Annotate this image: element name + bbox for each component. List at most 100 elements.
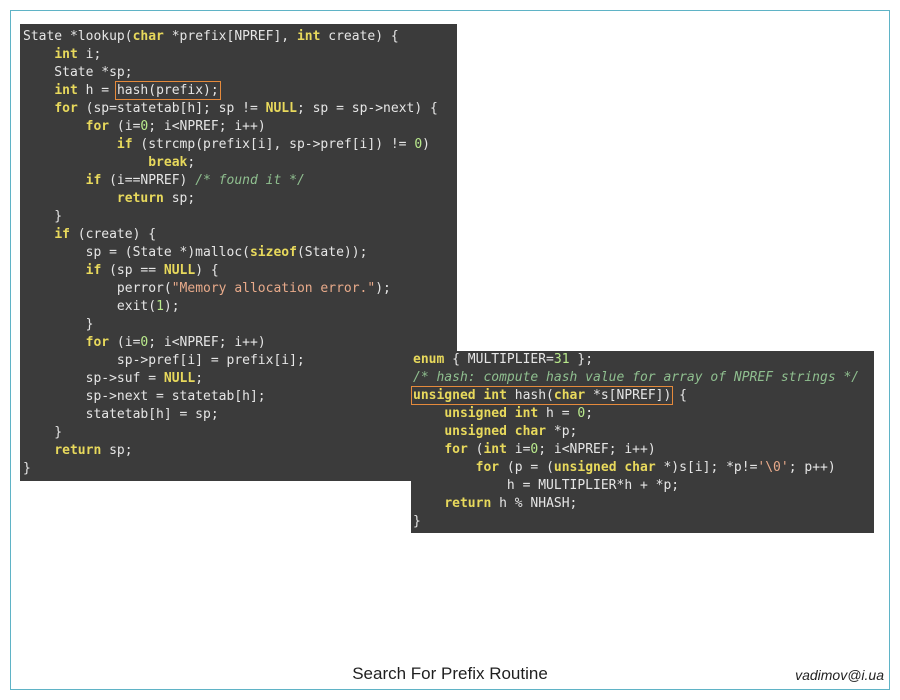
code-line: statetab[h] = sp;	[23, 406, 457, 424]
code-line: sp->next = statetab[h];	[23, 388, 457, 406]
code-token: (	[467, 442, 484, 457]
code-token: sp->next = statetab[h];	[23, 389, 266, 404]
code-token: if	[54, 227, 70, 242]
code-token: if	[85, 263, 102, 278]
code-line: /* hash: compute hash value for array of…	[413, 369, 874, 387]
code-token: int	[296, 29, 321, 44]
code-token: return	[116, 191, 164, 206]
code-token: i=	[506, 442, 531, 457]
hash-code-panel: enum { MULTIPLIER=31 };/* hash: compute …	[410, 351, 874, 533]
code-token: ; sp = sp->next) {	[296, 101, 438, 116]
code-line: for (sp=statetab[h]; sp != NULL; sp = sp…	[23, 100, 457, 118]
code-token: sp->pref[i] = prefix[i];	[23, 353, 305, 368]
code-token: ) {	[195, 263, 219, 278]
code-token: 0	[414, 137, 423, 152]
code-token: hash(	[506, 388, 554, 403]
code-token: )	[422, 137, 430, 152]
code-token: }	[23, 317, 94, 332]
code-token: int	[54, 47, 78, 62]
code-token: unsigned int	[444, 406, 539, 421]
figure-caption: Search For Prefix Routine	[352, 664, 548, 683]
code-token: for	[54, 101, 78, 116]
code-line: sp = (State *)malloc(sizeof(State));	[23, 244, 457, 262]
highlight-box: unsigned int hash(char *s[NPREF])	[410, 386, 674, 405]
code-line: unsigned int hash(char *s[NPREF]) {	[410, 386, 874, 405]
code-token: '\0'	[757, 460, 789, 475]
code-line: int h = hash(prefix);	[23, 81, 457, 100]
code-line: sp->suf = NULL;	[23, 370, 457, 388]
code-token: char	[553, 388, 586, 403]
code-token: );	[375, 281, 391, 296]
code-token: (i=	[109, 335, 141, 350]
code-token: /* found it */	[195, 173, 305, 188]
code-line: }	[23, 460, 457, 478]
code-token: NULL	[163, 371, 196, 386]
code-line: for (i=0; i<NPREF; i++)	[23, 118, 457, 136]
code-line: perror("Memory allocation error.");	[23, 280, 457, 298]
code-line: State *lookup(char *prefix[NPREF], int c…	[23, 28, 457, 46]
code-token: i;	[77, 47, 102, 62]
code-token: 31	[553, 352, 570, 367]
code-token: }	[23, 425, 63, 440]
code-token: (State));	[296, 245, 368, 260]
code-line: int i;	[23, 46, 457, 64]
code-line: for (p = (unsigned char *)s[i]; *p!='\0'…	[413, 459, 874, 477]
code-token: for	[85, 335, 110, 350]
code-token: );	[163, 299, 180, 314]
code-token: *s[NPREF])	[585, 388, 672, 403]
code-line: unsigned int h = 0;	[413, 405, 874, 423]
code-token: statetab[h] = sp;	[23, 407, 219, 422]
code-token: sp;	[101, 443, 133, 458]
code-token: for	[444, 442, 468, 457]
code-token: sp = (State *)malloc(	[23, 245, 250, 260]
code-token: unsigned char	[553, 460, 656, 475]
code-token: (p = (	[499, 460, 554, 475]
code-token: h =	[77, 83, 117, 98]
code-token: int	[54, 83, 78, 98]
code-token: ;	[195, 371, 204, 386]
code-line: return sp;	[23, 190, 457, 208]
code-token: NULL	[163, 263, 196, 278]
code-line: }	[23, 424, 457, 442]
lookup-code-panel: State *lookup(char *prefix[NPREF], int c…	[20, 24, 457, 481]
code-token: char	[132, 29, 164, 44]
code-token: { MULTIPLIER=	[444, 352, 554, 367]
code-line: return sp;	[23, 442, 457, 460]
code-token: enum	[413, 352, 445, 367]
code-token: ; i<NPREF; i++)	[538, 442, 656, 457]
code-token: break	[148, 155, 188, 170]
code-token: perror(	[23, 281, 172, 296]
code-line: if (create) {	[23, 226, 457, 244]
code-token: 1	[156, 299, 164, 314]
author-signature: vadimov@i.ua	[795, 667, 884, 683]
code-line: h = MULTIPLIER*h + *p;	[413, 477, 874, 495]
code-token: for	[475, 460, 500, 475]
code-token: }	[23, 209, 63, 224]
code-token: ; i<NPREF; i++)	[148, 119, 266, 134]
code-line: for (i=0; i<NPREF; i++)	[23, 334, 457, 352]
code-token: if	[85, 173, 102, 188]
code-token: hash(prefix);	[116, 83, 219, 98]
code-line: }	[23, 316, 457, 334]
code-token: "Memory allocation error."	[171, 281, 376, 296]
code-line: sp->pref[i] = prefix[i];	[23, 352, 457, 370]
code-token: (sp=statetab[h]; sp !=	[77, 101, 266, 116]
code-token: (strcmp(prefix[i], sp->pref[i]) !=	[132, 137, 415, 152]
code-token: {	[671, 388, 687, 403]
code-line: return h % NHASH;	[413, 495, 874, 513]
code-token: (sp ==	[101, 263, 164, 278]
code-token: h =	[538, 406, 578, 421]
code-line: State *sp;	[23, 64, 457, 82]
code-token: *p;	[546, 424, 578, 439]
code-token: exit(	[23, 299, 157, 314]
